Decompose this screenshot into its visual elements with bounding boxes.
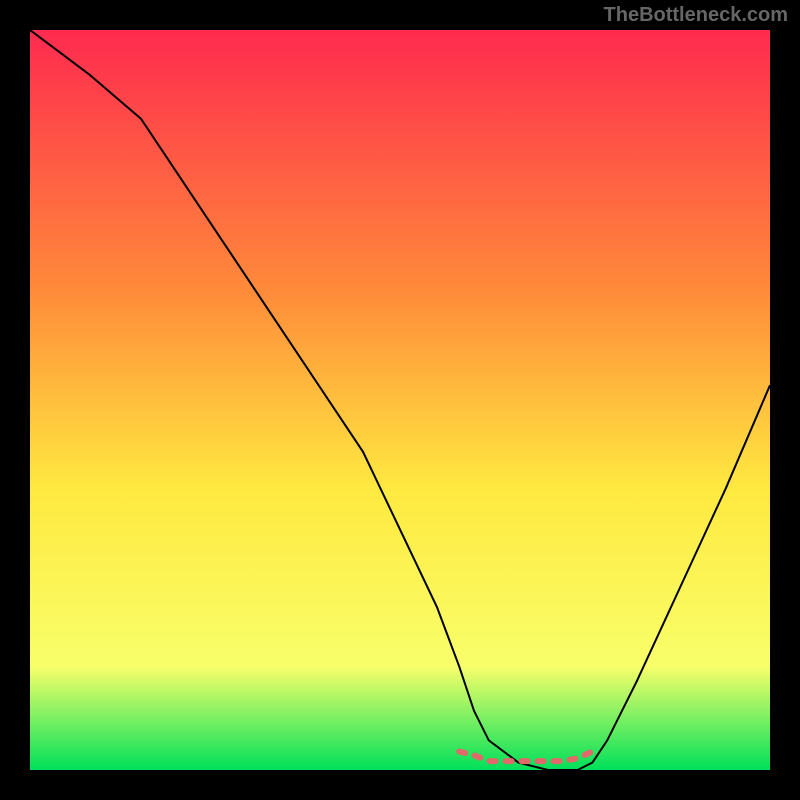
chart-svg (30, 30, 770, 770)
chart-plot-area (30, 30, 770, 770)
watermark-text: TheBottleneck.com (604, 4, 788, 27)
gradient-background (30, 30, 770, 770)
